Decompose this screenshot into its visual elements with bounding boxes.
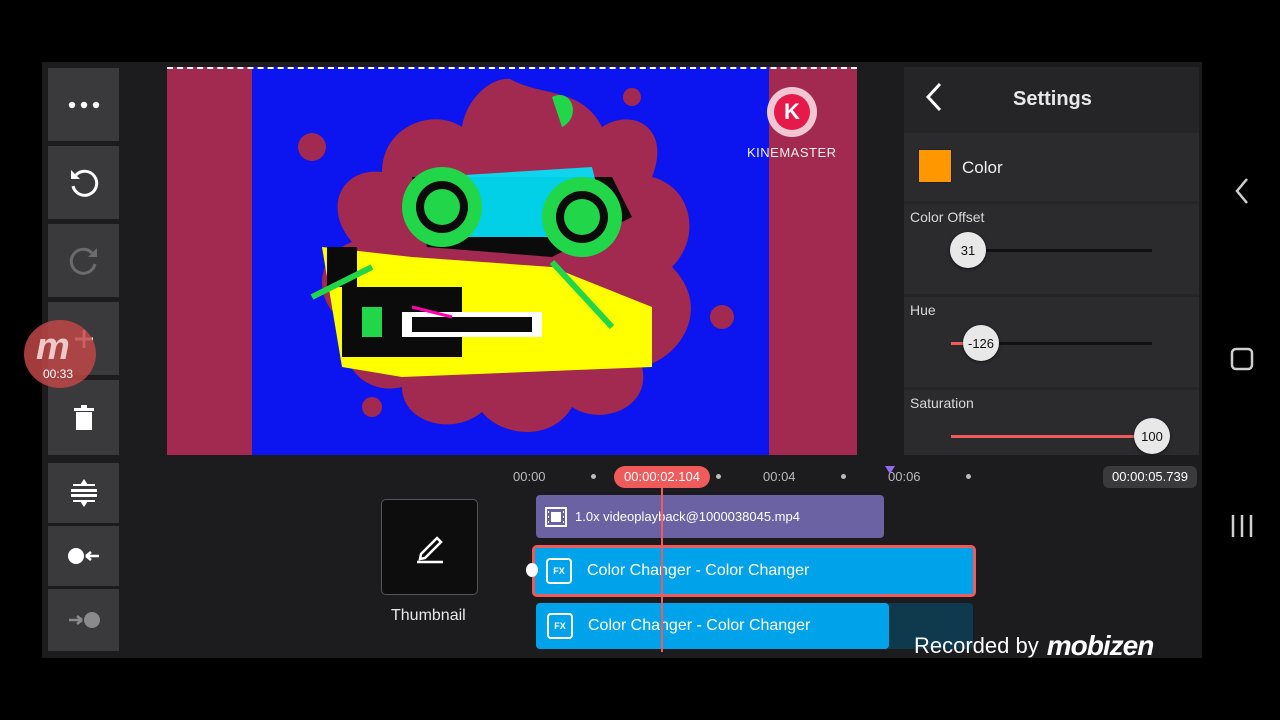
recorder-logo: m — [36, 326, 70, 368]
hue-section: Hue -126 — [904, 297, 1199, 387]
nav-home-button[interactable] — [1230, 347, 1254, 376]
ruler-tick — [841, 474, 846, 479]
preview-frame — [252, 67, 769, 455]
saturation-knob[interactable]: 100 — [1134, 418, 1170, 454]
marker-icon — [885, 466, 895, 474]
total-time: 00:00:05.739 — [1103, 466, 1197, 488]
kinemaster-logo-icon: K — [767, 87, 817, 137]
ruler-label: 00:00 — [513, 469, 546, 484]
nav-recents-button[interactable] — [1230, 513, 1254, 544]
playhead-line[interactable] — [661, 487, 663, 652]
recents-icon — [1231, 515, 1253, 537]
saturation-fill — [951, 435, 1152, 438]
hue-knob[interactable]: -126 — [963, 325, 999, 361]
color-offset-label: Color Offset — [910, 209, 985, 225]
pencil-icon — [416, 536, 443, 564]
undo-button[interactable] — [48, 146, 119, 219]
set-end-icon — [68, 612, 100, 628]
preview-safe-line — [167, 67, 857, 69]
kinemaster-logo-letter: K — [784, 99, 800, 124]
recorder-badge[interactable]: m 00:33 — [24, 320, 96, 388]
set-start-icon — [67, 548, 99, 564]
thumbnail-button[interactable] — [381, 499, 478, 595]
ruler-tick — [966, 474, 971, 479]
ruler-tick — [716, 474, 721, 479]
playhead-time: 00:00:02.104 — [614, 466, 710, 488]
mobizen-logo: mobizen — [1046, 630, 1155, 661]
color-row[interactable]: Color — [904, 133, 1199, 201]
ruler-tick — [591, 474, 596, 479]
color-swatch[interactable] — [918, 149, 952, 183]
split-button[interactable] — [48, 463, 119, 523]
film-icon — [545, 506, 567, 527]
trim-handle[interactable] — [526, 563, 538, 577]
delete-button[interactable] — [48, 380, 119, 455]
redo-button[interactable] — [48, 224, 119, 297]
effect-clip[interactable]: FX Color Changer - Color Changer — [536, 603, 889, 649]
more-icon — [68, 101, 99, 108]
color-offset-section: Color Offset 31 — [904, 204, 1199, 294]
settings-panel: Settings Color Color Offset 31 Hue -126 … — [904, 67, 1199, 455]
fx-badge-icon: FX — [546, 558, 572, 584]
thumbnail-label: Thumbnail — [391, 607, 466, 624]
effect-clip-name: Color Changer - Color Changer — [588, 617, 811, 634]
preview-image — [298, 78, 734, 432]
saturation-section: Saturation 100 — [904, 390, 1199, 455]
set-start-button[interactable] — [48, 526, 119, 586]
video-clip[interactable]: 1.0x videoplayback@1000038045.mp4 — [536, 495, 884, 538]
effect-clip-name: Color Changer - Color Changer — [587, 562, 810, 579]
fx-badge-label: FX — [553, 566, 565, 576]
hue-label: Hue — [910, 302, 936, 318]
set-end-button[interactable] — [48, 589, 119, 651]
recorder-time: 00:33 — [43, 367, 74, 381]
video-clip-name: 1.0x videoplayback@1000038045.mp4 — [575, 509, 800, 524]
color-label: Color — [962, 158, 1003, 177]
more-button[interactable] — [48, 68, 119, 141]
nav-back-button[interactable] — [1234, 176, 1250, 211]
fx-badge-icon: FX — [547, 613, 573, 639]
settings-title: Settings — [1013, 88, 1092, 110]
recorder-watermark: Recorded by mobizen — [914, 627, 1155, 665]
saturation-label: Saturation — [910, 395, 974, 411]
effect-clip-selected[interactable]: FX Color Changer - Color Changer — [532, 545, 976, 597]
chevron-left-icon — [925, 82, 942, 112]
split-icon — [70, 479, 97, 507]
undo-icon — [70, 169, 98, 197]
video-preview[interactable]: K KINEMASTER — [167, 67, 857, 455]
back-button[interactable] — [924, 81, 954, 117]
recorded-by-text: Recorded by — [914, 633, 1039, 658]
kinemaster-watermark: KINEMASTER — [747, 145, 837, 160]
color-offset-knob[interactable]: 31 — [950, 232, 986, 268]
fx-badge-label: FX — [554, 621, 566, 631]
chevron-left-icon — [1235, 178, 1248, 204]
ruler-label: 00:04 — [763, 469, 796, 484]
delete-icon — [73, 404, 94, 430]
redo-icon — [69, 247, 97, 275]
square-icon — [1230, 347, 1254, 371]
